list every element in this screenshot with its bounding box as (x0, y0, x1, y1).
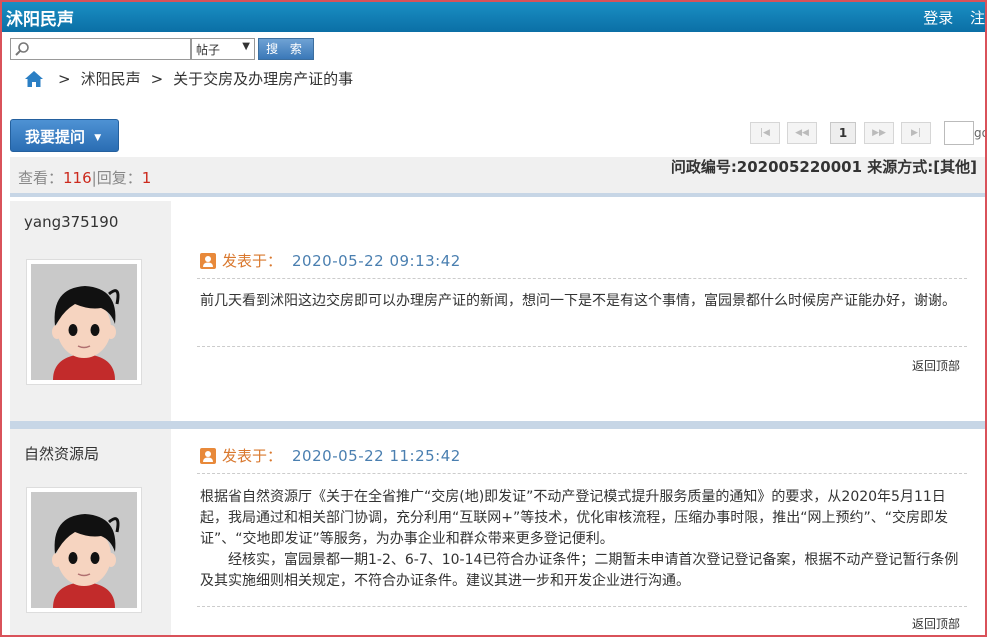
breadcrumb: > 沭阳民声 > 关于交房及办理房产证的事 (24, 68, 353, 89)
pager-last-button[interactable]: ▶| (901, 122, 931, 144)
post-meta: 发表于： 2020-05-22 11:25:42 (200, 445, 461, 466)
search-button[interactable]: 搜 索 (258, 38, 314, 60)
user-post-icon (200, 447, 216, 464)
divider (197, 473, 967, 474)
avatar[interactable] (26, 487, 142, 613)
post-author-name[interactable]: yang375190 (24, 213, 118, 231)
case-info: 问政编号:202005220001 来源方式:[其他] (670, 158, 977, 176)
post-divider (10, 421, 985, 429)
post-content: 根据省自然资源厅《关于在全省推广“交房(地)即发证”不动产登记模式提升服务质量的… (200, 487, 960, 592)
search-type-value: 帖子 (196, 43, 221, 57)
pager-current-page[interactable]: 1 (830, 122, 856, 144)
thread-info-bar: 查看：116|回复：1 问政编号:202005220001 来源方式:[其他] (10, 157, 985, 197)
divider (197, 606, 967, 607)
login-link[interactable]: 登录 (923, 9, 953, 27)
post-1: yang375190 发表于： 2020-05-22 09:13:42 前几天看… (10, 201, 985, 421)
ask-question-label: 我要提问 (25, 128, 86, 146)
pager-prev-button[interactable]: ◀◀ (787, 122, 817, 144)
avatar-image (31, 492, 137, 608)
pager-go-button[interactable]: go (974, 126, 985, 140)
home-icon[interactable] (24, 70, 44, 88)
view-label: 查看： (18, 169, 64, 187)
reply-count: 1 (141, 169, 152, 187)
back-to-top-link[interactable]: 返回顶部 (912, 615, 960, 632)
reply-label: 回复： (96, 169, 142, 187)
divider (197, 346, 967, 347)
user-post-icon (200, 252, 216, 269)
site-name[interactable]: 沭阳民声 (6, 5, 74, 30)
breadcrumb-separator: > (58, 69, 71, 88)
post-paragraph: 前几天看到沭阳这边交房即可以办理房产证的新闻，想问一下是不是有这个事情，富园景都… (200, 293, 956, 309)
header-links: 登录 注 (911, 7, 985, 28)
post-time: 2020-05-22 09:13:42 (292, 251, 461, 270)
posted-label: 发表于： (222, 252, 283, 270)
view-count: 116 (63, 169, 92, 187)
post-time: 2020-05-22 11:25:42 (292, 446, 461, 465)
search-type-select[interactable]: 帖子 ▼ (191, 38, 255, 60)
pager-next-button[interactable]: ▶▶ (864, 122, 894, 144)
back-to-top-link[interactable]: 返回顶部 (912, 357, 960, 374)
divider (197, 278, 967, 279)
post-author-name[interactable]: 自然资源局 (24, 443, 99, 464)
post-content: 前几天看到沭阳这边交房即可以办理房产证的新闻，想问一下是不是有这个事情，富园景都… (200, 290, 960, 312)
breadcrumb-separator: > (150, 69, 164, 88)
top-header: 沭阳民声 登录 注 (2, 2, 985, 32)
posted-label: 发表于： (222, 447, 283, 465)
search-box[interactable] (10, 38, 191, 60)
caret-down-icon: ▼ (94, 132, 102, 143)
post-2: 自然资源局 发表于： 2020-05-22 11:25:42 根据省自然资源厅《… (10, 429, 985, 635)
avatar-image (31, 264, 137, 380)
avatar[interactable] (26, 259, 142, 385)
pager-first-button[interactable]: |◀ (750, 122, 780, 144)
post-paragraph: 根据省自然资源厅《关于在全省推广“交房(地)即发证”不动产登记模式提升服务质量的… (200, 489, 948, 547)
breadcrumb-item-topic[interactable]: 关于交房及办理房产证的事 (173, 68, 353, 89)
search-input[interactable] (35, 40, 187, 58)
post-meta: 发表于： 2020-05-22 09:13:42 (200, 250, 461, 271)
search-icon (15, 42, 29, 56)
page-frame: 沭阳民声 登录 注 帖子 ▼ 搜 索 > 沭阳民声 > 关于交房及办理房产证的事 (0, 0, 987, 637)
pager-jump-input[interactable] (944, 121, 974, 145)
ask-question-button[interactable]: 我要提问 ▼ (10, 119, 119, 152)
thread-stats: 查看：116|回复：1 (18, 167, 151, 188)
chevron-down-icon: ▼ (242, 41, 250, 52)
register-link[interactable]: 注 (970, 9, 985, 27)
breadcrumb-item-forum[interactable]: 沭阳民声 (81, 68, 141, 89)
post-paragraph: 经核实，富园景都一期1-2、6-7、10-14已符合办证条件；二期暂未申请首次登… (200, 552, 959, 589)
